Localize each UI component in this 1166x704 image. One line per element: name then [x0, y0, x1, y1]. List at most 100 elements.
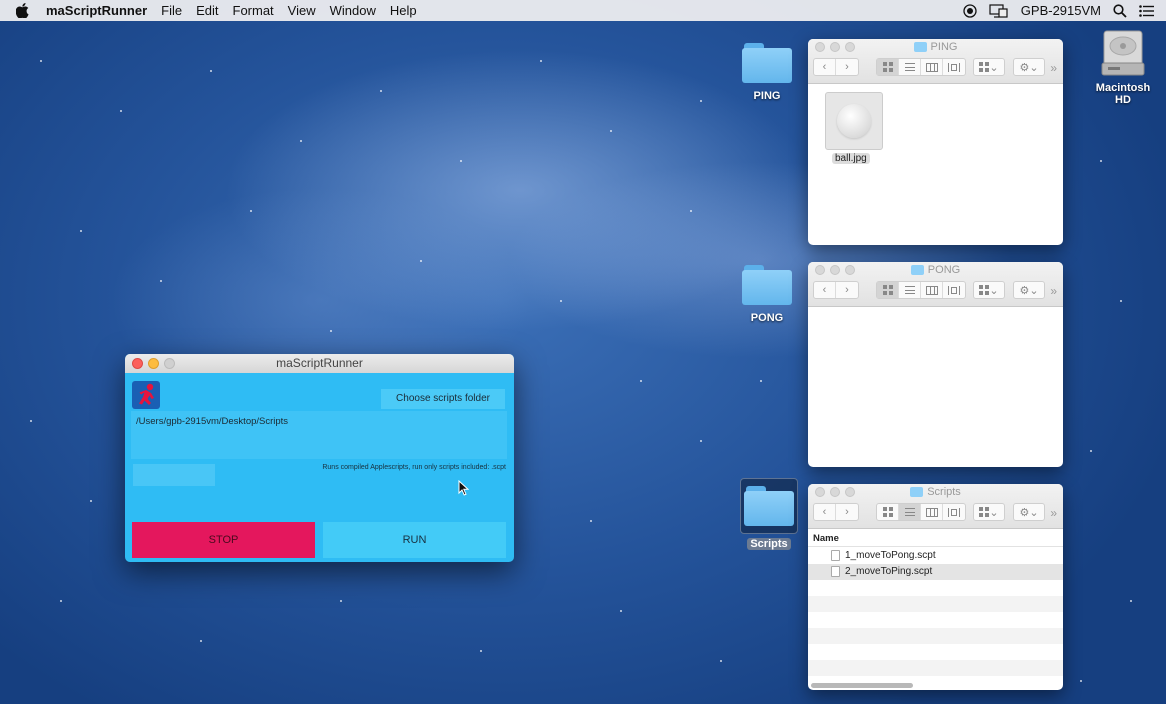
column-view-button[interactable] — [921, 59, 943, 75]
column-header-name[interactable]: Name — [808, 531, 1063, 547]
back-button[interactable]: ‹ — [814, 59, 836, 75]
finder-window-pong[interactable]: PONG ‹ › ⌄ ⚙⌄ » — [808, 262, 1063, 467]
window-controls — [132, 358, 180, 369]
desktop-folder-label: PONG — [750, 312, 784, 324]
nav-buttons: ‹ › — [813, 503, 859, 521]
script-file-icon — [831, 550, 840, 561]
finder-title: PING — [808, 41, 1063, 53]
horizontal-scrollbar[interactable] — [811, 683, 913, 688]
finder-window-scripts[interactable]: Scripts ‹ › ⌄ ⚙⌄ » Name 1_moveToPong.scp… — [808, 484, 1063, 690]
column-view-button[interactable] — [921, 282, 943, 298]
arrange-button[interactable]: ⌄ — [973, 281, 1005, 299]
window-titlebar[interactable]: maScriptRunner — [125, 354, 514, 373]
finder-toolbar: PING ‹ › ⌄ ⚙⌄ » — [808, 39, 1063, 84]
host-name[interactable]: GPB-2915VM — [1021, 3, 1101, 18]
stop-button[interactable]: STOP — [132, 522, 315, 558]
run-button[interactable]: RUN — [323, 522, 506, 558]
gear-icon[interactable]: ⚙⌄ — [1013, 281, 1045, 299]
forward-button[interactable]: › — [836, 59, 858, 75]
desktop-folder-pong[interactable]: PONG — [732, 262, 802, 324]
mouse-cursor-icon — [458, 479, 470, 499]
display-icon[interactable] — [989, 3, 1009, 18]
cover-flow-button[interactable] — [943, 504, 965, 520]
zoom-button[interactable] — [164, 358, 175, 369]
finder-title: Scripts — [808, 486, 1063, 498]
image-file-icon[interactable] — [825, 92, 883, 150]
forward-button[interactable]: › — [836, 282, 858, 298]
desktop-folder-ping[interactable]: PING — [732, 40, 802, 102]
choose-folder-button[interactable]: Choose scripts folder — [381, 389, 505, 409]
finder-title-text: PONG — [927, 264, 961, 276]
finder-title-text: Scripts — [927, 486, 961, 498]
menu-view[interactable]: View — [288, 3, 316, 18]
info-text: Runs compiled Applescripts, run only scr… — [322, 464, 506, 471]
folder-icon — [732, 262, 802, 308]
minimize-button[interactable] — [148, 358, 159, 369]
search-icon[interactable] — [1113, 3, 1127, 18]
script-runner-window[interactable]: maScriptRunner Choose scripts folder /Us… — [125, 354, 514, 562]
menu-file[interactable]: File — [161, 3, 182, 18]
list-item[interactable]: 2_moveToPing.scpt — [808, 564, 1063, 580]
menu-edit[interactable]: Edit — [196, 3, 218, 18]
nav-buttons: ‹ › — [813, 281, 859, 299]
list-item[interactable]: 1_moveToPong.scpt — [808, 548, 1063, 564]
cover-flow-button[interactable] — [943, 282, 965, 298]
desktop-folder-scripts[interactable]: Scripts — [734, 478, 804, 550]
view-switcher — [876, 503, 966, 521]
desktop-drive-label: Macintosh HD — [1095, 82, 1151, 106]
finder-title: PONG — [808, 264, 1063, 276]
cover-flow-button[interactable] — [943, 59, 965, 75]
window-title: maScriptRunner — [276, 356, 363, 370]
toolbar-overflow-icon[interactable]: » — [1050, 506, 1057, 520]
desktop-folder-label: PING — [753, 90, 781, 102]
icon-view-button[interactable] — [877, 59, 899, 75]
toolbar-overflow-icon[interactable]: » — [1050, 284, 1057, 298]
icon-view-button[interactable] — [877, 504, 899, 520]
apple-icon[interactable] — [16, 3, 30, 18]
hard-drive-icon — [1086, 28, 1160, 78]
list-view-button[interactable] — [899, 59, 921, 75]
finder-toolbar: PONG ‹ › ⌄ ⚙⌄ » — [808, 262, 1063, 307]
back-button[interactable]: ‹ — [814, 282, 836, 298]
arrange-button[interactable]: ⌄ — [973, 58, 1005, 76]
finder-window-ping[interactable]: PING ‹ › ⌄ ⚙⌄ » ball.jpg — [808, 39, 1063, 245]
icon-view-button[interactable] — [877, 282, 899, 298]
runner-app-icon — [132, 381, 160, 409]
folder-icon — [910, 265, 924, 275]
folder-icon — [910, 487, 924, 497]
menu-bar: maScriptRunner File Edit Format View Win… — [0, 0, 1166, 21]
file-name: 1_moveToPong.scpt — [845, 550, 936, 561]
finder-title-text: PING — [930, 41, 958, 53]
finder-toolbar: Scripts ‹ › ⌄ ⚙⌄ » — [808, 484, 1063, 529]
arrange-button[interactable]: ⌄ — [973, 503, 1005, 521]
view-switcher — [876, 58, 966, 76]
record-icon[interactable] — [963, 3, 977, 18]
nav-buttons: ‹ › — [813, 58, 859, 76]
gear-icon[interactable]: ⚙⌄ — [1013, 503, 1045, 521]
list-stripe — [808, 628, 1063, 644]
menu-window[interactable]: Window — [330, 3, 376, 18]
file-name: 2_moveToPing.scpt — [845, 566, 933, 577]
column-view-button[interactable] — [921, 504, 943, 520]
folder-icon — [913, 42, 927, 52]
file-label[interactable]: ball.jpg — [832, 153, 870, 164]
view-switcher — [876, 281, 966, 299]
menu-format[interactable]: Format — [233, 3, 274, 18]
menu-app-name[interactable]: maScriptRunner — [46, 3, 147, 18]
status-field — [133, 464, 215, 486]
menu-help[interactable]: Help — [390, 3, 417, 18]
list-stripe — [808, 596, 1063, 612]
desktop-folder-label: Scripts — [747, 538, 791, 550]
close-button[interactable] — [132, 358, 143, 369]
scripts-path-field[interactable]: /Users/gpb-2915vm/Desktop/Scripts — [131, 411, 507, 459]
gear-icon[interactable]: ⚙⌄ — [1013, 58, 1045, 76]
back-button[interactable]: ‹ — [814, 504, 836, 520]
toolbar-overflow-icon[interactable]: » — [1050, 61, 1057, 75]
list-view-button[interactable] — [899, 282, 921, 298]
script-file-icon — [831, 566, 840, 577]
notification-center-icon[interactable] — [1139, 4, 1154, 17]
forward-button[interactable]: › — [836, 504, 858, 520]
folder-icon — [732, 40, 802, 86]
desktop-macintosh-hd[interactable]: Macintosh HD — [1086, 28, 1160, 106]
list-view-button[interactable] — [899, 504, 921, 520]
